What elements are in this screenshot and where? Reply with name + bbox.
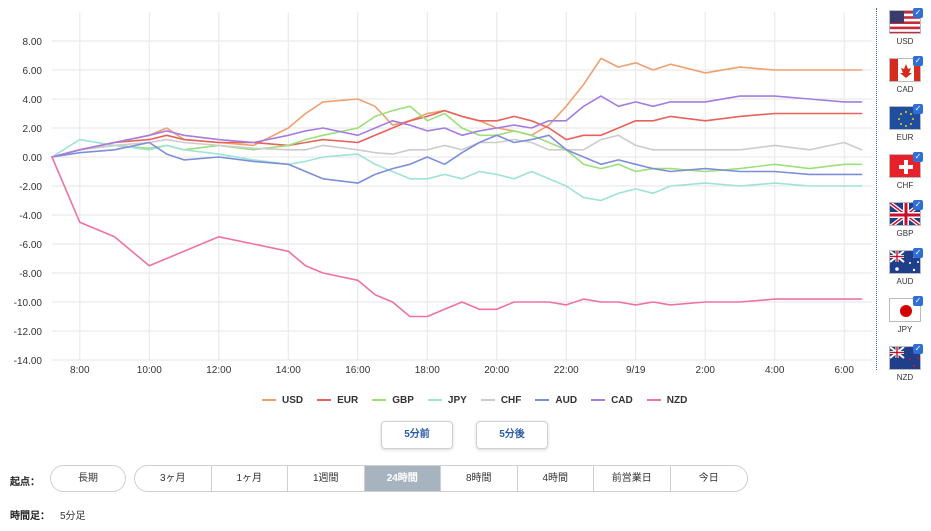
y-tick-label: -8.00: [19, 269, 42, 280]
legend-label: AUD: [555, 394, 578, 406]
currency-label: CAD: [896, 85, 914, 94]
legend-item-chf[interactable]: CHF: [480, 393, 522, 407]
legend-swatch: [646, 399, 661, 401]
period-4-hours[interactable]: 4時間: [518, 466, 594, 491]
period-selector: 3ヶ月 1ヶ月 1週間 24時間 8時間 4時間 前営業日 今日: [134, 465, 748, 492]
currency-toggle-usd[interactable]: ✓ USD: [885, 8, 925, 46]
checked-icon: ✓: [913, 104, 923, 114]
x-tick-label: 18:00: [415, 365, 440, 376]
series-line-chf: [51, 134, 863, 158]
forward-5min-button[interactable]: 5分後: [476, 421, 548, 449]
legend-label: CHF: [500, 394, 522, 406]
y-tick-label: -4.00: [19, 211, 42, 222]
period-long-button[interactable]: 長期: [50, 465, 126, 492]
checked-icon: ✓: [913, 344, 923, 354]
y-tick-label: 6.00: [23, 66, 43, 77]
period-3-months[interactable]: 3ヶ月: [135, 466, 212, 491]
x-tick-label: 12:00: [206, 365, 231, 376]
y-tick-label: -12.00: [14, 327, 43, 338]
checked-icon: ✓: [913, 152, 923, 162]
period-today[interactable]: 今日: [671, 466, 748, 491]
y-tick-label: 4.00: [23, 95, 43, 106]
period-24-hours[interactable]: 24時間: [364, 466, 441, 491]
currency-label: CHF: [896, 181, 914, 190]
y-axis-ticks: 8.00 6.00 4.00 2.00 0.00 -2.00 -4.00 -6.00 -8.00…: [14, 37, 43, 367]
period-label: 起点：: [10, 477, 40, 488]
currency-label: GBP: [896, 229, 914, 238]
x-tick-label: 8:00: [70, 365, 90, 376]
currency-toggle-gbp[interactable]: ✓ GBP: [885, 200, 925, 238]
currency-label: EUR: [896, 133, 914, 142]
x-tick-label: 10:00: [137, 365, 162, 376]
currency-label: NZD: [896, 373, 914, 382]
chart-area: 8.00 6.00 4.00 2.00 0.00 -2.00 -4.00 -6.00 -8.00…: [14, 12, 872, 376]
x-tick-label: 9/19: [626, 365, 646, 376]
legend-swatch: [427, 399, 442, 401]
x-tick-label: 2:00: [695, 365, 715, 376]
legend-swatch: [372, 399, 387, 401]
y-tick-label: 0.00: [23, 153, 43, 164]
currency-label: AUD: [896, 277, 914, 286]
legend-item-aud[interactable]: AUD: [535, 393, 577, 407]
series-line-nzd: [51, 156, 863, 318]
y-tick-label: -14.00: [14, 356, 43, 367]
legend-item-cad[interactable]: CAD: [591, 393, 633, 407]
y-tick-label: -6.00: [19, 240, 42, 251]
y-tick-label: -10.00: [14, 298, 43, 309]
checked-icon: ✓: [913, 56, 923, 66]
y-tick-label: 2.00: [23, 124, 43, 135]
x-tick-label: 16:00: [345, 365, 370, 376]
chart-legend: USD EUR GBP JPY CHF AUD CAD NZD: [262, 393, 701, 407]
checked-icon: ✓: [913, 296, 923, 306]
legend-swatch: [480, 399, 495, 401]
legend-swatch: [535, 399, 550, 401]
y-tick-label: -2.00: [19, 182, 42, 193]
checked-icon: ✓: [913, 8, 923, 18]
period-1-month[interactable]: 1ヶ月: [212, 466, 288, 491]
checked-icon: ✓: [913, 200, 923, 210]
back-5min-button[interactable]: 5分前: [381, 421, 453, 449]
x-tick-label: 6:00: [834, 365, 854, 376]
period-1-week[interactable]: 1週間: [288, 466, 365, 491]
currency-label: JPY: [897, 325, 913, 334]
legend-item-eur[interactable]: EUR: [317, 393, 358, 407]
legend-swatch: [262, 399, 276, 401]
currency-toggle-aud[interactable]: ✓ AUD: [885, 248, 925, 286]
currency-toggle-cad[interactable]: ✓ CAD: [885, 56, 925, 94]
timeframe-label: 時間足：: [10, 511, 50, 522]
legend-label: CAD: [611, 394, 633, 406]
currency-toggle-nzd[interactable]: ✓ NZD: [885, 344, 925, 382]
x-tick-label: 4:00: [765, 365, 785, 376]
legend-swatch: [317, 399, 332, 401]
legend-label: GBP: [392, 394, 414, 406]
legend-label: EUR: [337, 394, 359, 406]
legend-item-gbp[interactable]: GBP: [372, 393, 414, 407]
legend-swatch: [591, 399, 606, 401]
period-previous-day[interactable]: 前営業日: [594, 466, 671, 491]
legend-label: USD: [282, 394, 304, 406]
currency-label: USD: [896, 37, 914, 46]
currency-toggle-eur[interactable]: ✓ EUR: [885, 104, 925, 142]
currency-toggle-jpy[interactable]: ✓ JPY: [885, 296, 925, 334]
legend-item-jpy[interactable]: JPY: [427, 393, 467, 407]
legend-label: JPY: [447, 394, 467, 406]
series-line-usd: [51, 57, 863, 158]
legend-item-nzd[interactable]: NZD: [646, 393, 688, 407]
series-line-aud: [51, 134, 863, 184]
checked-icon: ✓: [913, 248, 923, 258]
currency-selector: ✓ USD ✓ CAD ✓ EUR ✓ CHF ✓ GBP ✓ AUD ✓ JP…: [876, 8, 930, 382]
legend-label: NZD: [666, 394, 688, 406]
legend-item-usd[interactable]: USD: [262, 393, 303, 407]
timeframe-value: 5分足: [60, 511, 86, 522]
x-tick-label: 22:00: [554, 365, 579, 376]
y-tick-label: 8.00: [23, 37, 43, 48]
chart-series: [51, 57, 863, 318]
x-tick-label: 20:00: [484, 365, 509, 376]
currency-toggle-chf[interactable]: ✓ CHF: [885, 152, 925, 190]
x-tick-label: 14:00: [276, 365, 301, 376]
x-axis-ticks: 8:00 10:00 12:00 14:00 16:00 18:00 20:00 22:00 9…: [70, 365, 854, 376]
period-8-hours[interactable]: 8時間: [441, 466, 518, 491]
